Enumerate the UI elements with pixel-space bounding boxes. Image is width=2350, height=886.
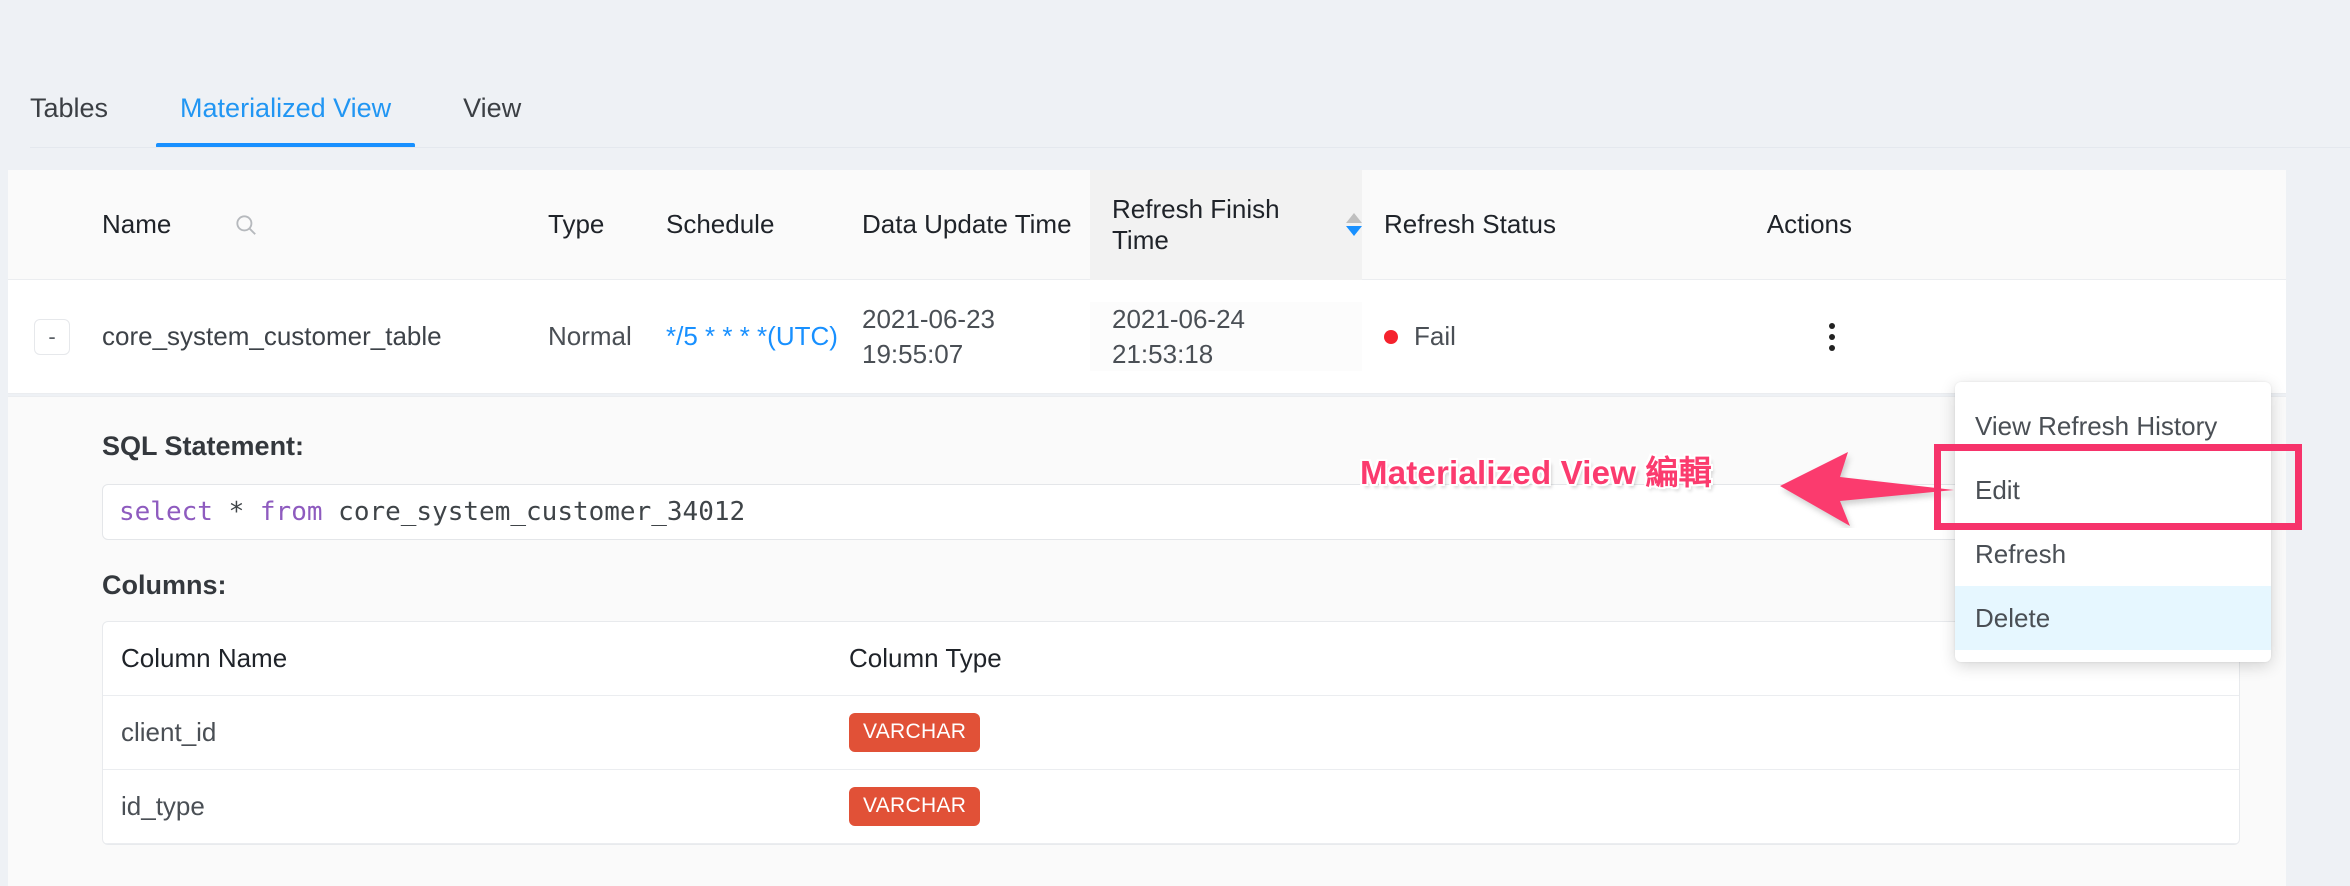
status-dot-icon bbox=[1384, 329, 1398, 344]
columns-header-type: Column Type bbox=[849, 643, 1002, 673]
sql-keyword-select: select bbox=[119, 497, 213, 527]
header-refresh-finish-time[interactable]: Refresh Finish Time bbox=[1090, 169, 1362, 280]
kebab-dot-1 bbox=[1829, 322, 1835, 329]
refresh-finish-clock: 21:53:18 bbox=[1112, 338, 1214, 369]
columns-table-row: client_id VARCHAR bbox=[103, 696, 2239, 770]
menu-item-refresh[interactable]: Refresh bbox=[1955, 522, 2271, 586]
menu-item-delete[interactable]: Delete bbox=[1955, 586, 2271, 650]
row-actions-menu: View Refresh History Edit Refresh Delete bbox=[1955, 382, 2271, 662]
refresh-finish-date: 2021-06-24 bbox=[1112, 304, 1245, 335]
columns-table-row: id_type VARCHAR bbox=[103, 770, 2239, 844]
sort-ascending-icon bbox=[1346, 213, 1362, 223]
tab-view[interactable]: View bbox=[463, 95, 521, 148]
header-type: Type bbox=[548, 209, 605, 239]
sql-keyword-from: from bbox=[259, 497, 323, 527]
data-update-date: 2021-06-23 bbox=[862, 304, 995, 335]
refresh-finish-time-stamp: 2021-06-24 21:53:18 bbox=[1112, 302, 1245, 371]
sql-statement-value[interactable]: select * from core_system_customer_34012 bbox=[102, 484, 2200, 540]
column-type-badge: VARCHAR bbox=[849, 787, 981, 826]
columns-header-name: Column Name bbox=[121, 643, 288, 673]
search-icon[interactable] bbox=[233, 212, 259, 238]
tab-underline bbox=[30, 147, 2350, 148]
cell-data-update-time: 2021-06-23 19:55:07 bbox=[862, 302, 1090, 371]
schedule-cron-link[interactable]: */5 * * * *(UTC) bbox=[666, 321, 838, 352]
cell-refresh-finish-time: 2021-06-24 21:53:18 bbox=[1090, 302, 1362, 371]
data-update-time-stamp: 2021-06-23 19:55:07 bbox=[862, 302, 995, 371]
columns-table: Column Name Column Type client_id VARCHA… bbox=[102, 621, 2240, 845]
cell-schedule: */5 * * * *(UTC) bbox=[666, 321, 862, 352]
data-update-clock: 19:55:07 bbox=[862, 338, 964, 369]
header-name: Name bbox=[96, 209, 548, 240]
header-data-update-time: Data Update Time bbox=[862, 209, 1072, 239]
cell-name: core_system_customer_table bbox=[102, 321, 442, 351]
collapse-row-button[interactable]: - bbox=[34, 318, 70, 355]
table-header-row: Name Type Schedule Data Update Time Refr… bbox=[8, 169, 2286, 280]
tab-tables[interactable]: Tables bbox=[30, 95, 108, 148]
column-name-value: client_id bbox=[121, 717, 217, 747]
menu-item-view-refresh-history[interactable]: View Refresh History bbox=[1955, 394, 2271, 458]
header-actions: Actions bbox=[1766, 209, 1852, 239]
sort-descending-icon bbox=[1346, 226, 1362, 236]
column-type-cell: VARCHAR bbox=[849, 787, 1549, 826]
column-type-badge: VARCHAR bbox=[849, 713, 981, 752]
materialized-view-table: Name Type Schedule Data Update Time Refr… bbox=[8, 169, 2286, 394]
status-label: Fail bbox=[1414, 321, 1456, 351]
header-refresh-status: Refresh Status bbox=[1384, 209, 1556, 239]
cell-actions bbox=[1694, 317, 1874, 357]
row-expand-cell: - bbox=[8, 318, 96, 355]
kebab-dot-3 bbox=[1829, 344, 1835, 351]
tab-bar: Tables Materialized View View bbox=[0, 0, 2350, 148]
annotation-label: Materialized View 編輯 bbox=[1360, 454, 1712, 491]
status-badge: Fail bbox=[1384, 321, 1456, 352]
column-name-value: id_type bbox=[121, 791, 205, 821]
sql-star: * bbox=[212, 497, 260, 527]
row-detail-panel: SQL Statement: select * from core_system… bbox=[8, 396, 2286, 886]
header-schedule: Schedule bbox=[666, 209, 775, 239]
menu-item-edit[interactable]: Edit bbox=[1955, 458, 2271, 522]
tab-materialized-view[interactable]: Materialized View bbox=[156, 95, 416, 148]
kebab-dot-2 bbox=[1829, 333, 1835, 340]
table-row: - core_system_customer_table Normal */5 … bbox=[8, 280, 2286, 394]
more-actions-icon[interactable] bbox=[1812, 317, 1852, 357]
cell-refresh-status: Fail bbox=[1362, 321, 1694, 352]
cell-type: Normal bbox=[548, 321, 632, 351]
column-type-cell: VARCHAR bbox=[849, 713, 1549, 752]
columns-header-row: Column Name Column Type bbox=[103, 622, 2239, 696]
header-refresh-finish-time-label: Refresh Finish Time bbox=[1112, 193, 1280, 255]
sort-arrows-icon[interactable] bbox=[1346, 213, 1362, 236]
sql-table-name: core_system_customer_34012 bbox=[322, 497, 746, 527]
header-name-label: Name bbox=[102, 209, 172, 239]
